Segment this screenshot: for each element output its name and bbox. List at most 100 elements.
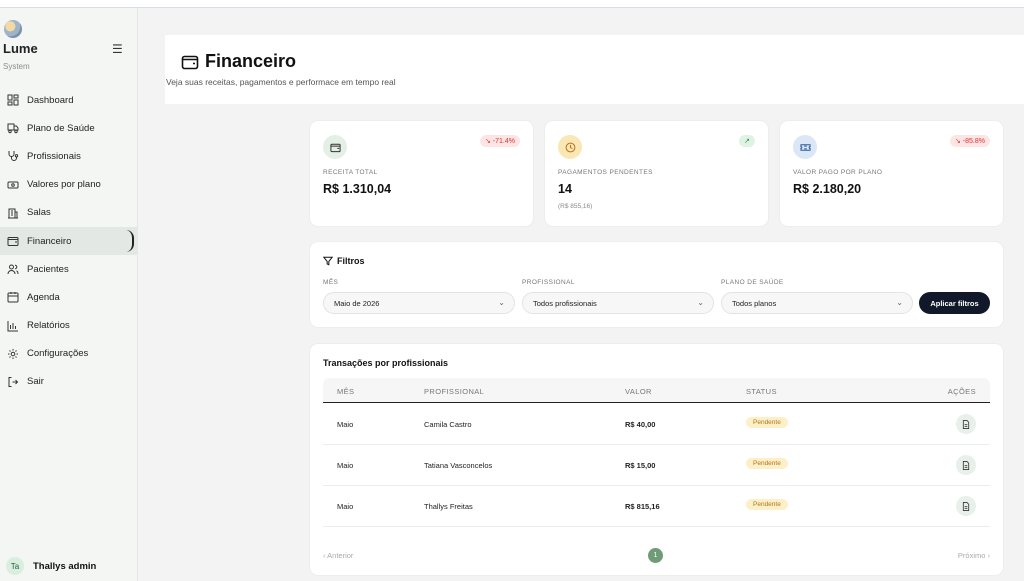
logout-icon bbox=[6, 375, 20, 389]
trend-badge: ↗ bbox=[739, 135, 755, 147]
chevron-down-icon: ⌄ bbox=[498, 298, 505, 307]
calendar-icon bbox=[6, 290, 20, 304]
cell-value: R$ 815,16 bbox=[625, 502, 660, 511]
stat-label: RECEITA TOTAL bbox=[323, 169, 378, 176]
sidebar-item-agenda[interactable]: Agenda bbox=[0, 283, 138, 311]
status-badge: Pendente bbox=[746, 417, 788, 428]
chevron-down-icon: ⌄ bbox=[697, 298, 704, 307]
filters-card: Filtros MÊS PROFISSIONAL PLANO DE SAÚDE … bbox=[310, 242, 1003, 327]
plan-select-value: Todos planos bbox=[732, 298, 777, 308]
table-row: Maio Camila Castro R$ 40,00 Pendente bbox=[323, 404, 990, 445]
dashboard-grid-icon bbox=[6, 93, 20, 107]
stat-value: 14 bbox=[558, 182, 572, 196]
plan-label: PLANO DE SAÚDE bbox=[721, 279, 784, 286]
sidebar-item-plano-de-saude[interactable]: Plano de Saúde bbox=[0, 114, 138, 142]
sidebar-item-profissionais[interactable]: Profissionais bbox=[0, 142, 138, 170]
sidebar-item-label: Valores por plano bbox=[27, 179, 101, 191]
clock-icon bbox=[558, 135, 582, 159]
next-page-button[interactable]: Próximo › bbox=[958, 551, 990, 560]
sidebar-item-label: Agenda bbox=[27, 291, 60, 303]
view-document-button[interactable] bbox=[956, 455, 976, 475]
plan-select[interactable]: Todos planos ⌄ bbox=[721, 292, 913, 314]
brand-subtitle: System bbox=[3, 62, 30, 71]
transactions-card: Transações por profissionais MÊS PROFISS… bbox=[310, 344, 1003, 575]
ticket-icon bbox=[793, 135, 817, 159]
sidebar-item-label: Dashboard bbox=[27, 94, 74, 106]
user-name: Thallys admin bbox=[33, 560, 97, 572]
page-subtitle: Veja suas receitas, pagamentos e perform… bbox=[166, 77, 396, 87]
column-header: PROFISSIONAL bbox=[424, 387, 485, 396]
document-icon bbox=[962, 501, 970, 511]
table-title: Transações por profissionais bbox=[323, 358, 449, 368]
sidebar-item-label: Pacientes bbox=[27, 263, 69, 275]
cell-professional: Thallys Freitas bbox=[424, 502, 473, 511]
avatar: Ta bbox=[6, 557, 24, 575]
sidebar-item-configuracoes[interactable]: Configurações bbox=[0, 340, 138, 368]
stethoscope-icon bbox=[6, 149, 20, 163]
column-header: STATUS bbox=[746, 387, 777, 396]
sidebar-item-label: Sair bbox=[27, 376, 44, 388]
page-title: Financeiro bbox=[181, 51, 296, 72]
truck-icon bbox=[6, 121, 20, 135]
filters-title-text: Filtros bbox=[337, 256, 365, 266]
hamburger-menu-icon[interactable]: ☰ bbox=[112, 42, 123, 56]
cell-month: Maio bbox=[337, 420, 354, 429]
sidebar-item-label: Plano de Saúde bbox=[27, 122, 95, 134]
column-header: VALOR bbox=[625, 387, 652, 396]
wallet-icon bbox=[181, 55, 199, 69]
previous-page-button[interactable]: ‹ Anterior bbox=[323, 551, 353, 560]
chevron-down-icon: ⌄ bbox=[896, 298, 903, 307]
professional-select[interactable]: Todos profissionais ⌄ bbox=[522, 292, 714, 314]
month-select[interactable]: Maio de 2026 ⌄ bbox=[323, 292, 515, 314]
cell-month: Maio bbox=[337, 502, 354, 511]
professional-select-value: Todos profissionais bbox=[533, 298, 597, 308]
trend-badge: ↘ -85.8% bbox=[950, 135, 990, 147]
page-header: Financeiro Veja suas receitas, pagamento… bbox=[165, 35, 1024, 104]
bar-chart-icon bbox=[6, 319, 20, 333]
stat-value: R$ 1.310,04 bbox=[323, 182, 392, 196]
stat-label: PAGAMENTOS PENDENTES bbox=[558, 169, 653, 176]
view-document-button[interactable] bbox=[956, 414, 976, 434]
sidebar-item-valores-por-plano[interactable]: Valores por plano bbox=[0, 171, 138, 199]
filters-title: Filtros bbox=[323, 256, 365, 266]
professional-label: PROFISSIONAL bbox=[522, 279, 575, 286]
column-header: MÊS bbox=[337, 387, 355, 396]
month-label: MÊS bbox=[323, 279, 339, 286]
stat-card-pagamentos-pendentes: ↗ PAGAMENTOS PENDENTES 14 (R$ 855,16) bbox=[545, 121, 768, 226]
wallet-icon bbox=[6, 234, 20, 248]
apply-filters-button[interactable]: Aplicar filtros bbox=[919, 292, 990, 314]
banknote-icon bbox=[6, 178, 20, 192]
table-row: Maio Thallys Freitas R$ 815,16 Pendente bbox=[323, 486, 990, 527]
table-header: MÊS PROFISSIONAL VALOR STATUS AÇÕES bbox=[323, 378, 990, 403]
sidebar-item-relatorios[interactable]: Relatórios bbox=[0, 312, 138, 340]
sidebar-nav: Dashboard Plano de Saúde Profissionais V… bbox=[0, 86, 138, 396]
stat-extra: (R$ 855,16) bbox=[558, 203, 593, 210]
stat-card-receita-total: ↘ -71.4% RECEITA TOTAL R$ 1.310,04 bbox=[310, 121, 533, 226]
user-profile[interactable]: Ta Thallys admin bbox=[6, 557, 96, 575]
gear-icon bbox=[6, 347, 20, 361]
page-title-text: Financeiro bbox=[205, 51, 297, 71]
view-document-button[interactable] bbox=[956, 496, 976, 516]
status-badge: Pendente bbox=[746, 499, 788, 510]
stat-card-valor-pago-por-plano: ↘ -85.8% VALOR PAGO POR PLANO R$ 2.180,2… bbox=[780, 121, 1003, 226]
document-icon bbox=[962, 419, 970, 429]
month-select-value: Maio de 2026 bbox=[334, 298, 380, 308]
sidebar-item-salas[interactable]: Salas bbox=[0, 199, 138, 227]
wallet-icon bbox=[323, 135, 347, 159]
page-number-button[interactable]: 1 bbox=[648, 548, 663, 563]
trend-badge: ↘ -71.4% bbox=[480, 135, 520, 147]
sidebar-item-label: Relatórios bbox=[27, 320, 70, 332]
brand-name: Lume bbox=[3, 41, 38, 56]
table-row: Maio Tatiana Vasconcelos R$ 15,00 Penden… bbox=[323, 445, 990, 486]
document-icon bbox=[962, 460, 970, 470]
sidebar-item-label: Financeiro bbox=[27, 235, 72, 247]
column-header: AÇÕES bbox=[947, 387, 976, 396]
sidebar-item-financeiro[interactable]: Financeiro bbox=[0, 226, 138, 256]
sidebar-item-pacientes[interactable]: Pacientes bbox=[0, 255, 138, 283]
sidebar-item-sair[interactable]: Sair bbox=[0, 368, 138, 396]
status-badge: Pendente bbox=[746, 458, 788, 469]
sidebar: Lume System ☰ Dashboard Plano de Saúde P… bbox=[0, 8, 138, 581]
sidebar-item-dashboard[interactable]: Dashboard bbox=[0, 86, 138, 114]
cell-value: R$ 15,00 bbox=[625, 461, 656, 470]
stat-value: R$ 2.180,20 bbox=[793, 182, 862, 196]
